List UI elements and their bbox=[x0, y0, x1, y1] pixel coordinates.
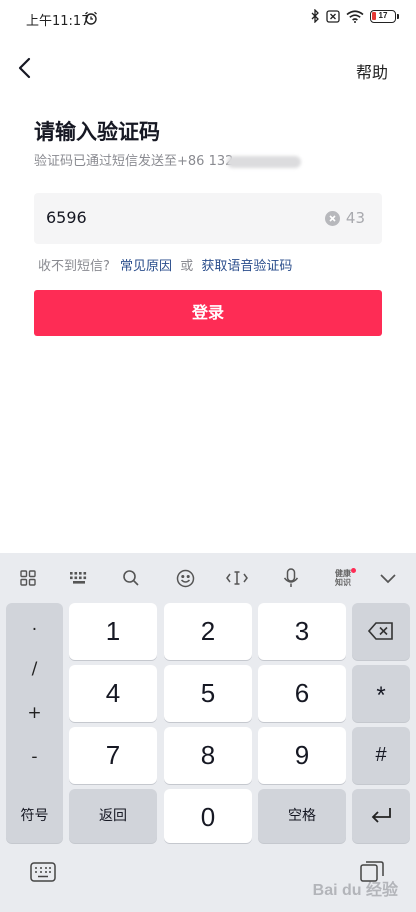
key-4[interactable]: 4 bbox=[69, 665, 157, 722]
symbol-column: . / + - bbox=[6, 603, 63, 813]
resend-countdown: 43 bbox=[345, 209, 365, 227]
health-knowledge-button[interactable]: 健康知识 bbox=[332, 567, 356, 589]
collapse-keyboard-icon[interactable] bbox=[377, 567, 399, 589]
voice-code-link[interactable]: 获取语音验证码 bbox=[201, 259, 292, 274]
page-title: 请输入验证码 bbox=[34, 120, 160, 144]
keyboard-layout-icon[interactable] bbox=[68, 567, 90, 589]
status-bar: 上午11:17 17 bbox=[0, 0, 416, 40]
keyboard-switch-icon[interactable] bbox=[30, 862, 56, 882]
wifi-icon bbox=[346, 9, 364, 23]
sms-help-row: 收不到短信? 常见原因 或 获取语音验证码 bbox=[38, 255, 292, 274]
sms-sent-text: 验证码已通过短信发送至+86 132 bbox=[34, 154, 234, 169]
alarm-icon bbox=[85, 11, 97, 25]
grid-menu-icon[interactable] bbox=[17, 567, 39, 589]
cursor-move-icon[interactable] bbox=[226, 567, 248, 589]
key-5[interactable]: 5 bbox=[164, 665, 252, 722]
slash-key[interactable]: / bbox=[6, 659, 63, 679]
plus-key[interactable]: + bbox=[6, 703, 63, 723]
login-button[interactable]: 登录 bbox=[34, 290, 382, 336]
key-3[interactable]: 3 bbox=[258, 603, 346, 660]
bluetooth-icon bbox=[311, 9, 319, 23]
battery-indicator: 17 bbox=[370, 9, 399, 23]
common-reasons-link[interactable]: 常见原因 bbox=[120, 259, 172, 274]
dot-key[interactable]: . bbox=[6, 615, 63, 635]
backspace-key[interactable] bbox=[352, 603, 410, 660]
sms-sent-notice: 验证码已通过短信发送至+86 132 bbox=[34, 150, 302, 169]
keyboard-toolbar: 健康知识 bbox=[0, 553, 416, 601]
key-7[interactable]: 7 bbox=[69, 727, 157, 784]
key-9[interactable]: 9 bbox=[258, 727, 346, 784]
watermark: Bai du 经验 bbox=[312, 882, 398, 899]
notification-dot bbox=[351, 568, 356, 573]
help-link[interactable]: 帮助 bbox=[356, 59, 388, 83]
enter-key[interactable] bbox=[352, 789, 410, 843]
health-knowledge-label: 健康知识 bbox=[335, 569, 351, 587]
verification-code-field[interactable]: 6596 43 bbox=[34, 193, 382, 244]
search-icon[interactable] bbox=[120, 567, 142, 589]
status-icons: 17 bbox=[311, 9, 399, 23]
hash-key[interactable]: # bbox=[352, 727, 410, 784]
or-label: 或 bbox=[180, 259, 194, 274]
star-key[interactable]: * bbox=[352, 665, 410, 722]
space-key[interactable]: 空格 bbox=[258, 789, 346, 843]
key-2[interactable]: 2 bbox=[164, 603, 252, 660]
no-sms-label: 收不到短信? bbox=[38, 259, 110, 274]
back-arrow-icon[interactable] bbox=[14, 54, 38, 82]
microphone-icon[interactable] bbox=[280, 567, 302, 589]
back-key[interactable]: 返回 bbox=[69, 789, 157, 843]
minus-key[interactable]: - bbox=[6, 747, 63, 767]
redacted-phone bbox=[227, 155, 302, 168]
enter-icon bbox=[371, 808, 391, 823]
clear-icon[interactable] bbox=[325, 211, 340, 226]
battery-level: 17 bbox=[378, 10, 388, 20]
key-8[interactable]: 8 bbox=[164, 727, 252, 784]
symbols-key[interactable]: 符号 bbox=[6, 789, 63, 843]
status-time: 上午11:17 bbox=[26, 14, 90, 29]
key-1[interactable]: 1 bbox=[69, 603, 157, 660]
key-6[interactable]: 6 bbox=[258, 665, 346, 722]
code-input-value[interactable]: 6596 bbox=[46, 208, 87, 227]
emoji-icon[interactable] bbox=[174, 567, 196, 589]
backspace-icon bbox=[368, 622, 393, 640]
key-0[interactable]: 0 bbox=[164, 789, 252, 843]
sim-off-icon bbox=[326, 9, 340, 23]
